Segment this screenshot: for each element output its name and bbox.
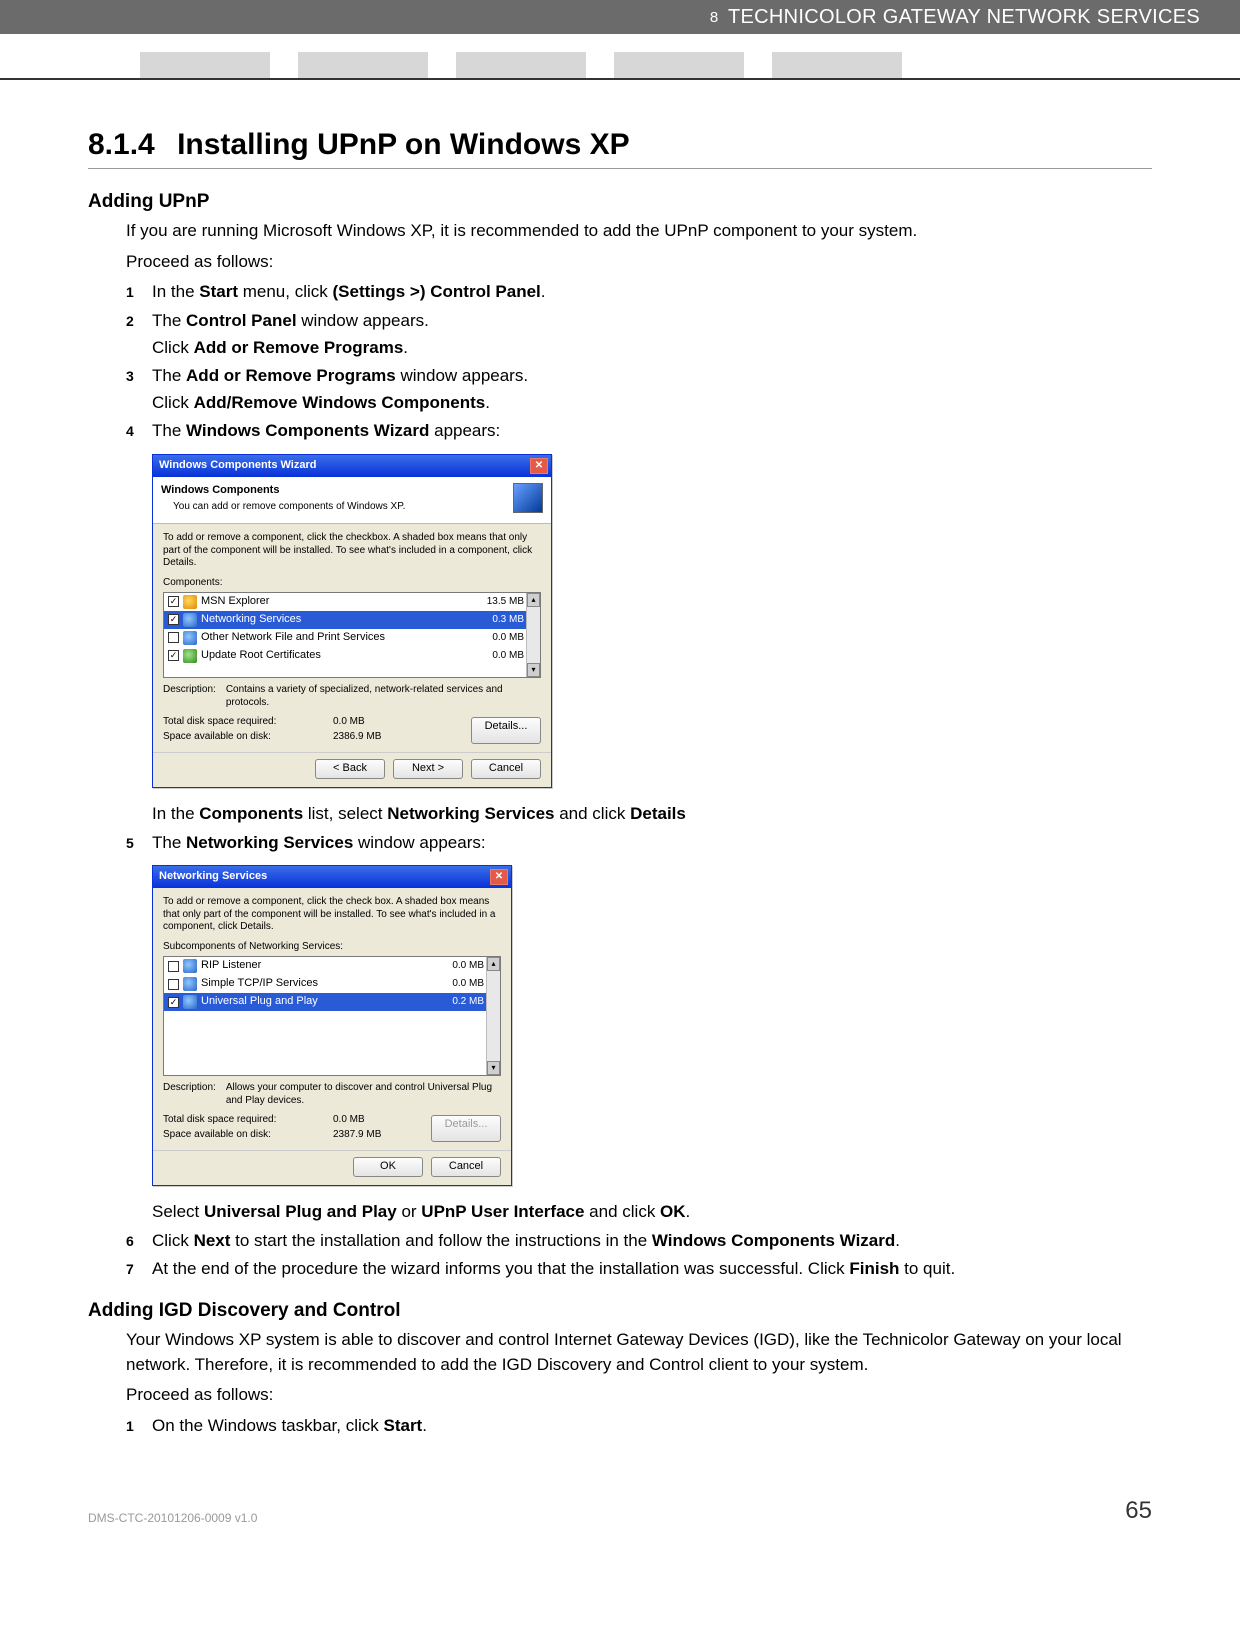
page-footer: DMS-CTC-20101206-0009 v1.0 65 [0, 1467, 1240, 1545]
checkbox-icon[interactable]: ✓ [168, 596, 179, 607]
list-item[interactable]: Simple TCP/IP Services 0.0 MB [164, 975, 500, 993]
igd-step-1: On the Windows taskbar, click Start. [126, 1414, 1152, 1439]
tab-placeholder [456, 52, 586, 78]
scroll-up-icon[interactable]: ▴ [527, 593, 540, 607]
details-button[interactable]: Details... [471, 717, 541, 744]
description: Description: Allows your computer to dis… [163, 1082, 501, 1107]
dialog-hint: To add or remove a component, click the … [163, 532, 541, 570]
app-icon [183, 995, 197, 1009]
app-icon [183, 613, 197, 627]
igd-intro: Your Windows XP system is able to discov… [126, 1328, 1152, 1377]
checkbox-icon[interactable]: ✓ [168, 614, 179, 625]
back-button[interactable]: < Back [315, 759, 385, 779]
scroll-up-icon[interactable]: ▴ [487, 957, 500, 971]
close-icon[interactable]: ✕ [490, 869, 508, 885]
step-5: The Networking Services window appears: … [126, 831, 1152, 1225]
ok-button[interactable]: OK [353, 1157, 423, 1177]
dialog-title: Networking Services [159, 869, 267, 885]
igd-steps: On the Windows taskbar, click Start. [126, 1414, 1152, 1439]
scroll-down-icon[interactable]: ▾ [527, 663, 540, 677]
app-icon [183, 649, 197, 663]
description: Description: Contains a variety of speci… [163, 684, 541, 709]
tabs-band [0, 34, 1240, 80]
dialog-title: Windows Components Wizard [159, 458, 316, 474]
steps-list: In the Start menu, click (Settings >) Co… [126, 280, 1152, 1282]
adding-upnp-body: If you are running Microsoft Windows XP,… [88, 219, 1152, 1282]
section-title: 8.1.4 Installing UPnP on Windows XP [88, 128, 1152, 169]
components-label: Components: [163, 576, 541, 591]
list-item[interactable]: Other Network File and Print Services 0.… [164, 629, 540, 647]
cancel-button[interactable]: Cancel [431, 1157, 501, 1177]
list-item[interactable]: ✓ MSN Explorer 13.5 MB [164, 593, 540, 611]
list-item[interactable]: ✓ Update Root Certificates 0.0 MB [164, 647, 540, 665]
step-1: In the Start menu, click (Settings >) Co… [126, 280, 1152, 305]
checkbox-icon[interactable]: ✓ [168, 650, 179, 661]
chapter-number: 8 [710, 9, 719, 26]
next-button[interactable]: Next > [393, 759, 463, 779]
adding-igd-body: Your Windows XP system is able to discov… [88, 1328, 1152, 1439]
step-2: The Control Panel window appears. Click … [126, 309, 1152, 360]
windows-components-wizard-dialog: Windows Components Wizard ✕ Windows Comp… [152, 454, 552, 788]
section-text: Installing UPnP on Windows XP [177, 128, 630, 161]
proceed-text: Proceed as follows: [126, 1383, 1152, 1408]
subcomponents-label: Subcomponents of Networking Services: [163, 940, 501, 955]
details-button: Details... [431, 1115, 501, 1142]
wizard-icon [513, 483, 543, 513]
step-3: The Add or Remove Programs window appear… [126, 364, 1152, 415]
app-icon [183, 977, 197, 991]
list-item[interactable]: ✓ Universal Plug and Play 0.2 MB [164, 993, 500, 1011]
dialog-buttons: OK Cancel [153, 1150, 511, 1185]
dialog-buttons: < Back Next > Cancel [153, 752, 551, 787]
scrollbar[interactable]: ▴▾ [526, 593, 540, 677]
checkbox-icon[interactable]: ✓ [168, 997, 179, 1008]
scrollbar[interactable]: ▴▾ [486, 957, 500, 1075]
checkbox-icon[interactable] [168, 632, 179, 643]
scroll-down-icon[interactable]: ▾ [487, 1061, 500, 1075]
step-6: Click Next to start the installation and… [126, 1229, 1152, 1254]
proceed-text: Proceed as follows: [126, 250, 1152, 275]
components-listbox[interactable]: ✓ MSN Explorer 13.5 MB ✓ Networking Serv… [163, 592, 541, 678]
step-7: At the end of the procedure the wizard i… [126, 1257, 1152, 1282]
page-number: 65 [1125, 1497, 1152, 1525]
networking-services-dialog: Networking Services ✕ To add or remove a… [152, 865, 512, 1186]
app-icon [183, 959, 197, 973]
checkbox-icon[interactable] [168, 979, 179, 990]
tab-placeholder [614, 52, 744, 78]
dialog-header: Windows Components You can add or remove… [153, 477, 551, 524]
subhead-adding-igd: Adding IGD Discovery and Control [88, 1300, 1152, 1322]
app-icon [183, 631, 197, 645]
cancel-button[interactable]: Cancel [471, 759, 541, 779]
tab-placeholder [298, 52, 428, 78]
chapter-header: 8 TECHNICOLOR GATEWAY NETWORK SERVICES [0, 0, 1240, 34]
doc-id: DMS-CTC-20101206-0009 v1.0 [88, 1511, 257, 1525]
tab-placeholder [772, 52, 902, 78]
section-number: 8.1.4 [88, 128, 155, 161]
subcomponents-listbox[interactable]: RIP Listener 0.0 MB Simple TCP/IP Servic… [163, 956, 501, 1076]
list-item[interactable]: ✓ Networking Services 0.3 MB [164, 611, 540, 629]
subhead-adding-upnp: Adding UPnP [88, 191, 1152, 213]
chapter-title: TECHNICOLOR GATEWAY NETWORK SERVICES [728, 6, 1200, 28]
step-4: The Windows Components Wizard appears: W… [126, 419, 1152, 826]
dialog-titlebar: Networking Services ✕ [153, 866, 511, 888]
app-icon [183, 595, 197, 609]
close-icon[interactable]: ✕ [530, 458, 548, 474]
list-item[interactable]: RIP Listener 0.0 MB [164, 957, 500, 975]
checkbox-icon[interactable] [168, 961, 179, 972]
intro-text: If you are running Microsoft Windows XP,… [126, 219, 1152, 244]
dialog-hint: To add or remove a component, click the … [163, 896, 501, 934]
dialog-titlebar: Windows Components Wizard ✕ [153, 455, 551, 477]
tab-placeholder [140, 52, 270, 78]
